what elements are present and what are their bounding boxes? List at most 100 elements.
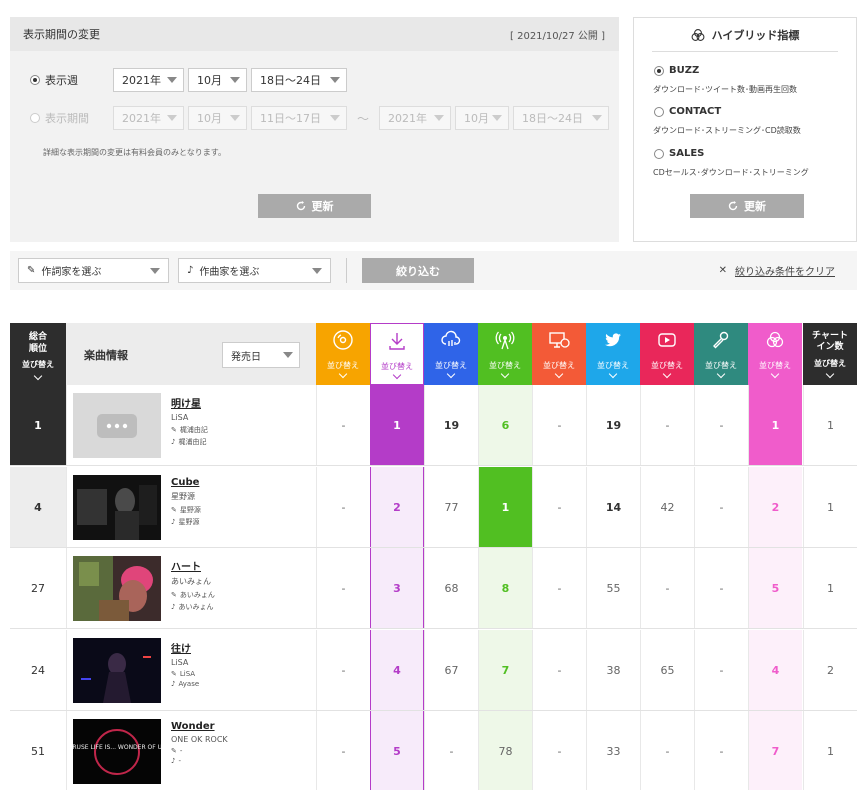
karaoke-icon — [710, 329, 732, 353]
lyricist-name: - — [179, 747, 183, 755]
contact-option[interactable]: CONTACT — [654, 106, 721, 117]
sort-header-pc-reading[interactable]: 並び替え — [532, 323, 586, 385]
music-note-icon: ♪ — [187, 265, 194, 276]
buzz-radio[interactable] — [654, 65, 664, 76]
sort-header-hybrid[interactable]: 並び替え — [748, 323, 802, 385]
value-cell: - — [316, 467, 370, 547]
lyricist-select[interactable]: ✎ 作詞家を選ぶ — [18, 258, 169, 283]
chevron-down-icon — [33, 371, 43, 381]
pencil-icon: ✎ — [27, 265, 36, 276]
period-panel-header: 表示期間の変更 [ 2021/10/27 公開 ] — [10, 17, 619, 51]
table-row: 27 ハート あいみょん ✎ あいみょん ♪ あいみょん -3 68 8-55- -5 1 — [10, 548, 857, 629]
value-cell: - — [694, 467, 748, 547]
to-year-select[interactable]: 2021年 — [379, 106, 452, 130]
value-cell: 8 — [478, 548, 532, 628]
sort-header-radio[interactable]: 並び替え — [478, 323, 532, 385]
chart-in-header[interactable]: チャート イン数 並び替え — [803, 323, 857, 385]
close-icon: ✕ — [718, 265, 727, 276]
sort-header-karaoke[interactable]: 並び替え — [694, 323, 748, 385]
music-note-icon: ♪ — [171, 603, 176, 611]
sort-header-twitter[interactable]: 並び替え — [586, 323, 640, 385]
chevron-down-icon — [167, 77, 177, 83]
value-cell: - — [532, 385, 586, 465]
rank-cell: 51 — [10, 711, 66, 790]
chevron-down-icon — [330, 115, 340, 121]
song-title-link[interactable]: 明け星 — [171, 395, 208, 410]
week-range-select[interactable]: 18日〜24日 — [251, 68, 347, 92]
song-thumbnail[interactable]: CRUSE LIFE IS... WONDER OF US — [73, 719, 161, 784]
chevron-down-icon — [554, 369, 564, 379]
sort-header-streaming[interactable]: 並び替え — [424, 323, 478, 385]
value-cell: - — [640, 711, 694, 790]
song-info-cell: CRUSE LIFE IS... WONDER OF US Wonder ONE… — [66, 711, 316, 790]
week-radio[interactable] — [30, 75, 40, 85]
period-panel: 表示期間の変更 [ 2021/10/27 公開 ] 表示週 2021年 10月 … — [10, 17, 619, 242]
to-range-select[interactable]: 18日〜24日 — [513, 106, 610, 130]
value-cell: 77 — [424, 467, 478, 547]
song-title-link[interactable]: ハート — [171, 558, 215, 573]
period-panel-title: 表示期間の変更 — [23, 28, 100, 41]
song-thumbnail[interactable] — [73, 638, 161, 703]
cd-icon — [332, 329, 354, 353]
rank-cell: 27 — [10, 548, 66, 628]
song-title-link[interactable]: Cube — [171, 477, 201, 488]
clear-filter-link[interactable]: ✕ 絞り込み条件をクリア — [719, 263, 835, 278]
song-title-link[interactable]: Wonder — [171, 721, 228, 732]
chart-in-cell: 1 — [803, 548, 857, 628]
to-month-select[interactable]: 10月 — [455, 106, 510, 130]
from-month-select[interactable]: 10月 — [188, 106, 247, 130]
artist-name: LiSA — [171, 658, 189, 667]
song-thumbnail[interactable] — [73, 393, 161, 458]
week-month-select[interactable]: 10月 — [188, 68, 247, 92]
song-thumbnail[interactable] — [73, 475, 161, 540]
chevron-down-icon — [330, 77, 340, 83]
buzz-option[interactable]: BUZZ — [654, 65, 699, 76]
music-note-icon: ♪ — [171, 518, 176, 526]
chevron-down-icon — [492, 115, 503, 121]
period-update-button[interactable]: 更新 — [258, 194, 371, 218]
sort-header-download[interactable]: 並び替え — [370, 323, 424, 385]
table-row: 1 明け星 LiSA ✎ 梶浦由記 ♪ 梶浦由記 -1 19 6-19- -1 1 — [10, 385, 857, 466]
hybrid-update-button[interactable]: 更新 — [690, 194, 804, 218]
chevron-down-icon — [230, 77, 240, 83]
buzz-desc: ダウンロード･ツイート数･動画再生回数 — [653, 85, 797, 94]
value-cell: 65 — [640, 630, 694, 710]
value-cell: - — [424, 711, 478, 790]
from-year-select[interactable]: 2021年 — [113, 106, 184, 130]
value-cell: 19 — [586, 385, 640, 465]
contact-radio[interactable] — [654, 106, 664, 117]
sales-radio[interactable] — [654, 148, 664, 159]
week-year-select[interactable]: 2021年 — [113, 68, 184, 92]
sales-option[interactable]: SALES — [654, 148, 704, 159]
composer-select[interactable]: ♪ 作曲家を選ぶ — [178, 258, 331, 283]
week-label: 表示週 — [45, 74, 78, 87]
release-sort-select[interactable]: 発売日 — [222, 342, 300, 368]
value-cell: 4 — [370, 630, 424, 710]
value-cell: 4 — [748, 630, 802, 710]
value-cell: - — [640, 548, 694, 628]
song-thumbnail[interactable] — [73, 556, 161, 621]
rank-header[interactable]: 総合 順位 並び替え — [10, 323, 66, 385]
music-note-icon: ♪ — [171, 680, 176, 688]
value-cell: - — [316, 548, 370, 628]
value-cell: - — [532, 711, 586, 790]
apply-filter-button[interactable]: 絞り込む — [362, 258, 474, 283]
from-range-select[interactable]: 11日〜17日 — [251, 106, 347, 130]
download-icon — [386, 330, 408, 354]
music-note-icon: ♪ — [171, 438, 176, 446]
value-cell: 5 — [370, 711, 424, 790]
chevron-down-icon — [312, 267, 322, 274]
pc-reading-icon — [548, 329, 570, 353]
filter-divider — [346, 258, 347, 283]
chevron-down-icon — [592, 115, 603, 121]
sort-header-cd[interactable]: 並び替え — [316, 323, 370, 385]
song-title-link[interactable]: 往け — [171, 640, 199, 655]
value-cell: 2 — [370, 467, 424, 547]
song-info-cell: ハート あいみょん ✎ あいみょん ♪ あいみょん — [66, 548, 316, 628]
value-cell: - — [532, 548, 586, 628]
sort-header-video[interactable]: 並び替え — [640, 323, 694, 385]
range-radio[interactable] — [30, 113, 40, 123]
refresh-icon — [296, 201, 305, 211]
value-cell: 55 — [586, 548, 640, 628]
value-cell: 1 — [370, 385, 424, 465]
